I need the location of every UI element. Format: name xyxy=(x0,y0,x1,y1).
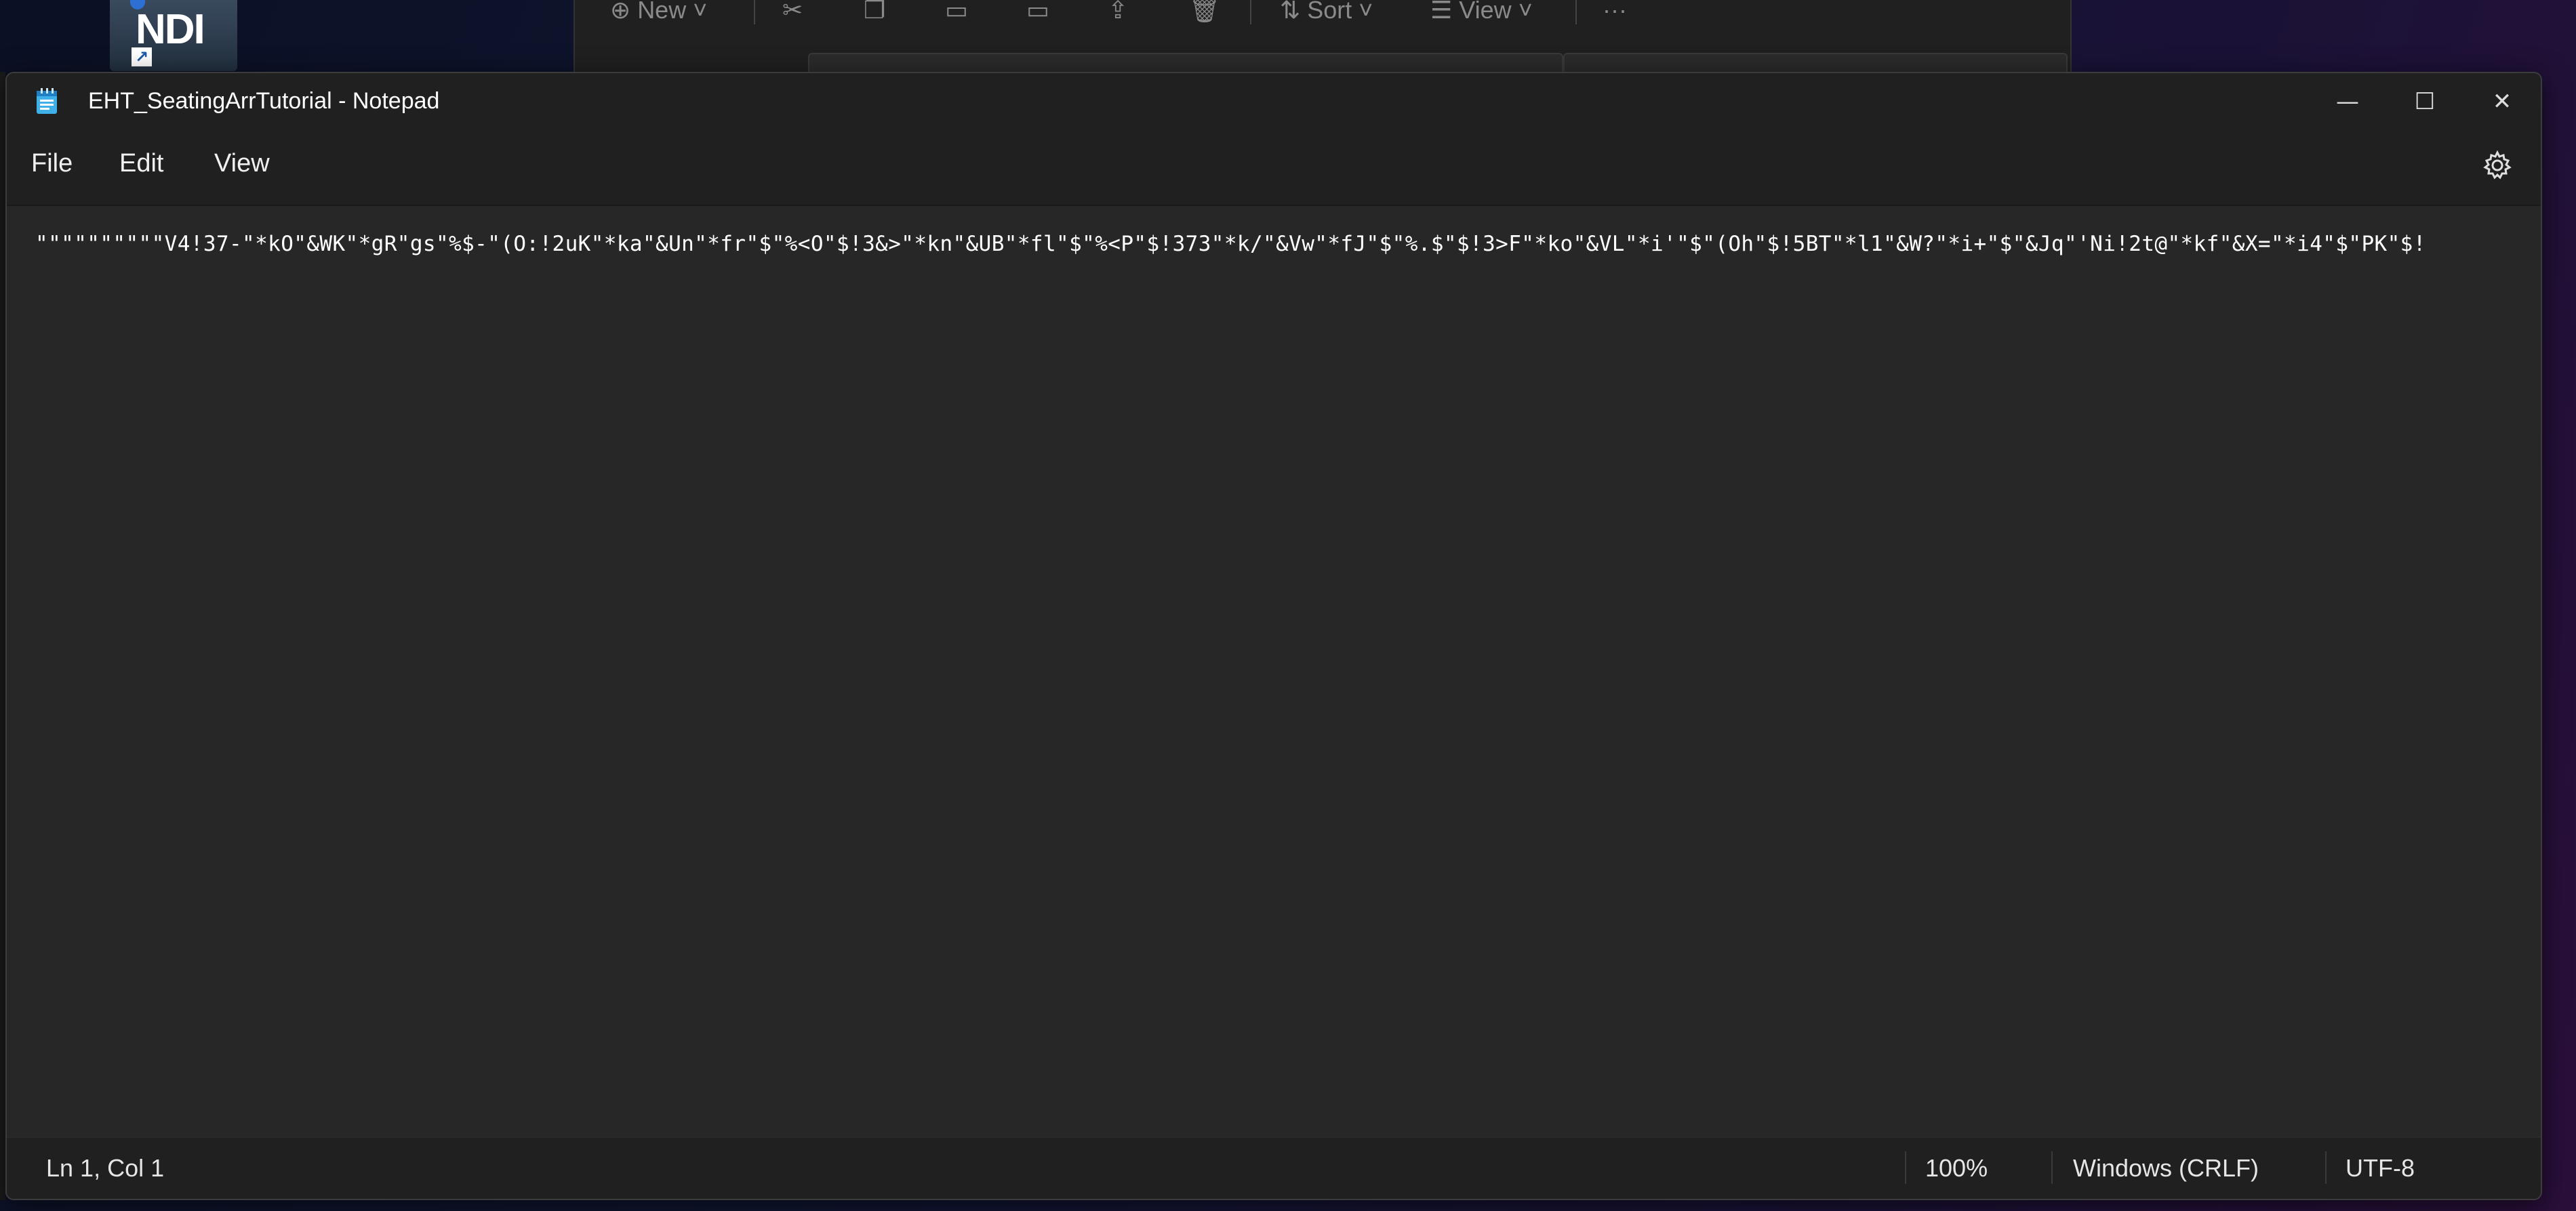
menu-edit[interactable]: Edit xyxy=(119,149,163,178)
shortcut-arrow-icon: ↗ xyxy=(132,47,152,66)
title-bar[interactable]: EHT_SeatingArrTutorial - Notepad — ☐ ✕ xyxy=(7,73,2541,130)
explorer-sort-button[interactable]: ⇅ Sort ˅ xyxy=(1280,0,1373,24)
settings-gear-icon[interactable] xyxy=(2481,149,2514,182)
explorer-view-label: View xyxy=(1459,0,1512,24)
paste-icon[interactable]: ▭ xyxy=(945,0,968,24)
menu-view[interactable]: View xyxy=(214,149,270,178)
notepad-window: EHT_SeatingArrTutorial - Notepad — ☐ ✕ F… xyxy=(5,72,2542,1200)
notepad-app-icon xyxy=(37,88,57,114)
explorer-new-label: New xyxy=(637,0,687,24)
toolbar-divider xyxy=(1575,0,1577,24)
rename-icon[interactable]: ▭ xyxy=(1026,0,1049,24)
editor-content: """"""""""V4!37-"*kO"&WK"*gR"gs"%$-"(O:!… xyxy=(35,232,2426,256)
line-ending: Windows (CRLF) xyxy=(2073,1154,2259,1182)
text-editor[interactable]: """"""""""V4!37-"*kO"&WK"*gR"gs"%$-"(O:!… xyxy=(7,206,2541,1113)
ndi-shortcut-label: NDI xyxy=(136,6,205,53)
status-divider xyxy=(1905,1151,1906,1184)
maximize-button[interactable]: ☐ xyxy=(2386,73,2463,130)
minimize-button[interactable]: — xyxy=(2309,73,2386,130)
toolbar-divider xyxy=(1250,0,1251,24)
copy-icon[interactable]: ❐ xyxy=(864,0,885,24)
sort-icon: ⇅ xyxy=(1280,0,1301,24)
window-title: EHT_SeatingArrTutorial - Notepad xyxy=(88,88,440,114)
menu-bar: File Edit View xyxy=(7,130,2541,206)
share-icon[interactable]: ⇪ xyxy=(1108,0,1128,24)
plus-circle-icon: ⊕ xyxy=(610,0,631,24)
view-icon: ☰ xyxy=(1430,0,1453,24)
status-divider xyxy=(2325,1151,2327,1184)
ndi-shortcut-icon[interactable]: NDI ↗ xyxy=(110,0,237,71)
status-divider xyxy=(2051,1151,2053,1184)
menu-file[interactable]: File xyxy=(31,149,73,178)
toolbar-divider xyxy=(754,0,755,24)
explorer-sort-label: Sort xyxy=(1307,0,1352,24)
explorer-view-button[interactable]: ☰ View ˅ xyxy=(1430,0,1533,24)
zoom-level: 100% xyxy=(1925,1154,1988,1182)
close-button[interactable]: ✕ xyxy=(2463,73,2541,130)
cut-icon[interactable]: ✂ xyxy=(782,0,803,24)
file-explorer-window: ⊕ New ˅ ✂ ❐ ▭ ▭ ⇪ 🗑 ⇅ Sort ˅ ☰ View ˅ ··… xyxy=(573,0,2072,83)
background-window-edge xyxy=(0,72,5,1200)
status-bar: Ln 1, Col 1 100% Windows (CRLF) UTF-8 xyxy=(7,1136,2541,1199)
encoding: UTF-8 xyxy=(2346,1154,2415,1182)
more-options-icon[interactable]: ··· xyxy=(1603,0,1627,24)
delete-icon[interactable]: 🗑 xyxy=(1189,0,1220,24)
explorer-new-button[interactable]: ⊕ New ˅ xyxy=(610,0,707,24)
cursor-position: Ln 1, Col 1 xyxy=(46,1154,165,1182)
